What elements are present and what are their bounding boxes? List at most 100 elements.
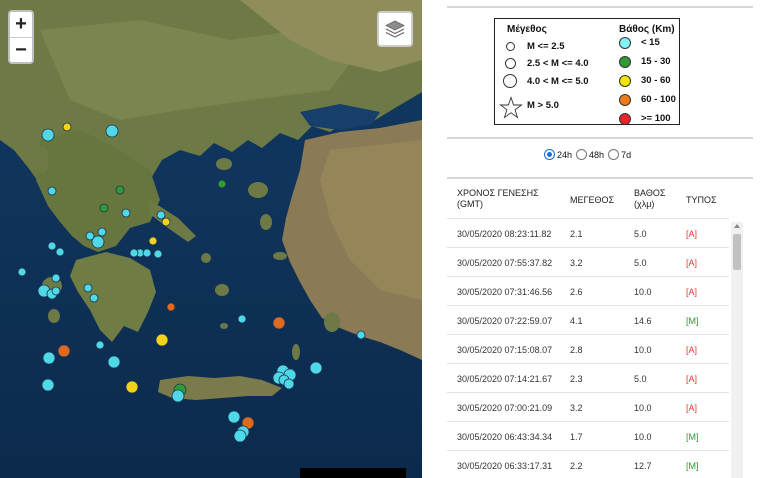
magnitude-class-label: M > 5.0 (527, 100, 559, 111)
zoom-in-button[interactable]: + (10, 12, 32, 37)
cell-type: [M] (686, 316, 699, 326)
depth-color-swatch (619, 113, 631, 125)
cell-magnitude: 2.3 (570, 374, 583, 384)
earthquake-marker[interactable] (99, 203, 109, 213)
earthquake-marker[interactable] (283, 378, 295, 390)
table-row[interactable]: 30/05/2020 07:22:59.07 4.1 14.6 [M] (447, 305, 729, 334)
radio-7d-label: 7d (621, 149, 632, 160)
earthquake-marker[interactable] (17, 267, 27, 277)
earthquake-marker[interactable] (85, 231, 95, 241)
depth-color-swatch (619, 94, 631, 106)
layers-button[interactable] (377, 11, 413, 47)
earthquake-marker[interactable] (47, 186, 57, 196)
cell-depth: 5.0 (634, 374, 647, 384)
table-row[interactable]: 30/05/2020 06:33:17.31 2.2 12.7 [M] (447, 450, 729, 478)
col-header-magnitude: ΜΕΓΕΘΟΣ (570, 195, 614, 206)
earthquake-marker[interactable] (217, 179, 227, 189)
table-scrollbar[interactable] (731, 222, 743, 478)
earthquake-marker[interactable] (155, 333, 169, 347)
earthquake-marker[interactable] (309, 361, 323, 375)
radio-7d[interactable] (608, 149, 620, 160)
earthquake-marker[interactable] (272, 316, 286, 330)
depth-class-label: 60 - 100 (641, 94, 676, 105)
earthquake-marker[interactable] (51, 286, 61, 296)
star-icon (499, 96, 523, 119)
magnitude-size-small (506, 42, 515, 51)
earthquake-marker[interactable] (41, 128, 55, 142)
cell-type: [M] (686, 461, 699, 471)
cell-magnitude: 2.2 (570, 461, 583, 471)
cell-time: 30/05/2020 07:15:08.07 (457, 345, 553, 355)
col-header-depth: ΒΑΘΟΣ (χλμ) (634, 188, 665, 210)
earthquake-marker[interactable] (89, 293, 99, 303)
cell-depth: 10.0 (634, 287, 652, 297)
earthquake-marker[interactable] (129, 248, 139, 258)
depth-class-label: >= 100 (641, 113, 671, 124)
earthquake-marker[interactable] (166, 302, 176, 312)
cell-time: 30/05/2020 07:14:21.67 (457, 374, 553, 384)
magnitude-size-large (503, 74, 517, 88)
col-header-type: ΤΥΠΟΣ (686, 195, 717, 206)
cell-depth: 10.0 (634, 345, 652, 355)
earthquake-marker[interactable] (62, 122, 72, 132)
zoom-out-button[interactable]: − (10, 37, 32, 62)
time-filter: 24h 48h 7d (544, 149, 635, 160)
zoom-control: + − (8, 10, 34, 64)
depth-color-swatch (619, 56, 631, 68)
cell-time: 30/05/2020 07:22:59.07 (457, 316, 553, 326)
cell-time: 30/05/2020 06:43:34.34 (457, 432, 553, 442)
earthquake-marker[interactable] (47, 241, 57, 251)
radio-24h[interactable] (544, 149, 555, 160)
cell-type: [A] (686, 287, 698, 297)
cell-depth: 14.6 (634, 316, 652, 326)
earthquake-marker[interactable] (227, 410, 241, 424)
cell-depth: 12.7 (634, 461, 652, 471)
earthquake-map[interactable]: + − (0, 0, 422, 478)
earthquake-marker[interactable] (125, 380, 139, 394)
cell-depth: 10.0 (634, 432, 652, 442)
magnitude-size-medium (505, 58, 516, 69)
earthquake-marker[interactable] (142, 248, 152, 258)
cell-time: 30/05/2020 07:55:37.82 (457, 258, 553, 268)
earthquake-marker[interactable] (42, 351, 56, 365)
col-header-type-line1: ΤΥΠΟΣ (686, 195, 717, 205)
earthquake-marker[interactable] (105, 124, 119, 138)
scroll-up-arrow[interactable] (734, 224, 740, 228)
scroll-thumb[interactable] (733, 234, 741, 270)
table-row[interactable]: 30/05/2020 07:14:21.67 2.3 5.0 [A] (447, 363, 729, 392)
earthquake-marker[interactable] (51, 273, 61, 283)
cell-magnitude: 1.7 (570, 432, 583, 442)
earthquake-marker[interactable] (41, 378, 55, 392)
col-header-time-line1: ΧΡΟΝΟΣ ΓΕΝΕΣΗΣ (457, 188, 539, 198)
depth-legend-title: Βάθος (Km) (619, 24, 675, 35)
earthquake-marker[interactable] (161, 217, 171, 227)
earthquake-marker[interactable] (233, 429, 247, 443)
cell-type: [A] (686, 403, 698, 413)
earthquake-marker[interactable] (83, 283, 93, 293)
radio-48h[interactable] (576, 149, 588, 160)
table-row[interactable]: 30/05/2020 06:43:34.34 1.7 10.0 [M] (447, 421, 729, 450)
map-attribution (300, 468, 406, 478)
earthquake-marker[interactable] (55, 247, 65, 257)
depth-color-swatch (619, 75, 631, 87)
table-row[interactable]: 30/05/2020 07:31:46.56 2.6 10.0 [A] (447, 276, 729, 305)
table-row[interactable]: 30/05/2020 07:00:21.09 3.2 10.0 [A] (447, 392, 729, 421)
table-row[interactable]: 30/05/2020 07:15:08.07 2.8 10.0 [A] (447, 334, 729, 363)
cell-magnitude: 2.8 (570, 345, 583, 355)
earthquake-marker[interactable] (148, 236, 158, 246)
earthquake-marker[interactable] (121, 208, 131, 218)
earthquake-marker[interactable] (97, 227, 107, 237)
earthquake-marker[interactable] (237, 314, 247, 324)
table-row[interactable]: 30/05/2020 07:55:37.82 3.2 5.0 [A] (447, 247, 729, 276)
layers-icon (385, 20, 405, 38)
earthquake-marker[interactable] (171, 389, 185, 403)
earthquake-marker[interactable] (57, 344, 71, 358)
earthquake-marker[interactable] (95, 340, 105, 350)
earthquake-marker[interactable] (153, 249, 163, 259)
table-row[interactable]: 30/05/2020 08:23:11.82 2.1 5.0 [A] (447, 218, 729, 247)
earthquake-marker[interactable] (115, 185, 125, 195)
earthquake-table: 30/05/2020 08:23:11.82 2.1 5.0 [A] 30/05/202… (447, 218, 729, 478)
earthquake-marker[interactable] (107, 355, 121, 369)
earthquake-marker[interactable] (356, 330, 366, 340)
earthquake-marker[interactable] (156, 210, 166, 220)
